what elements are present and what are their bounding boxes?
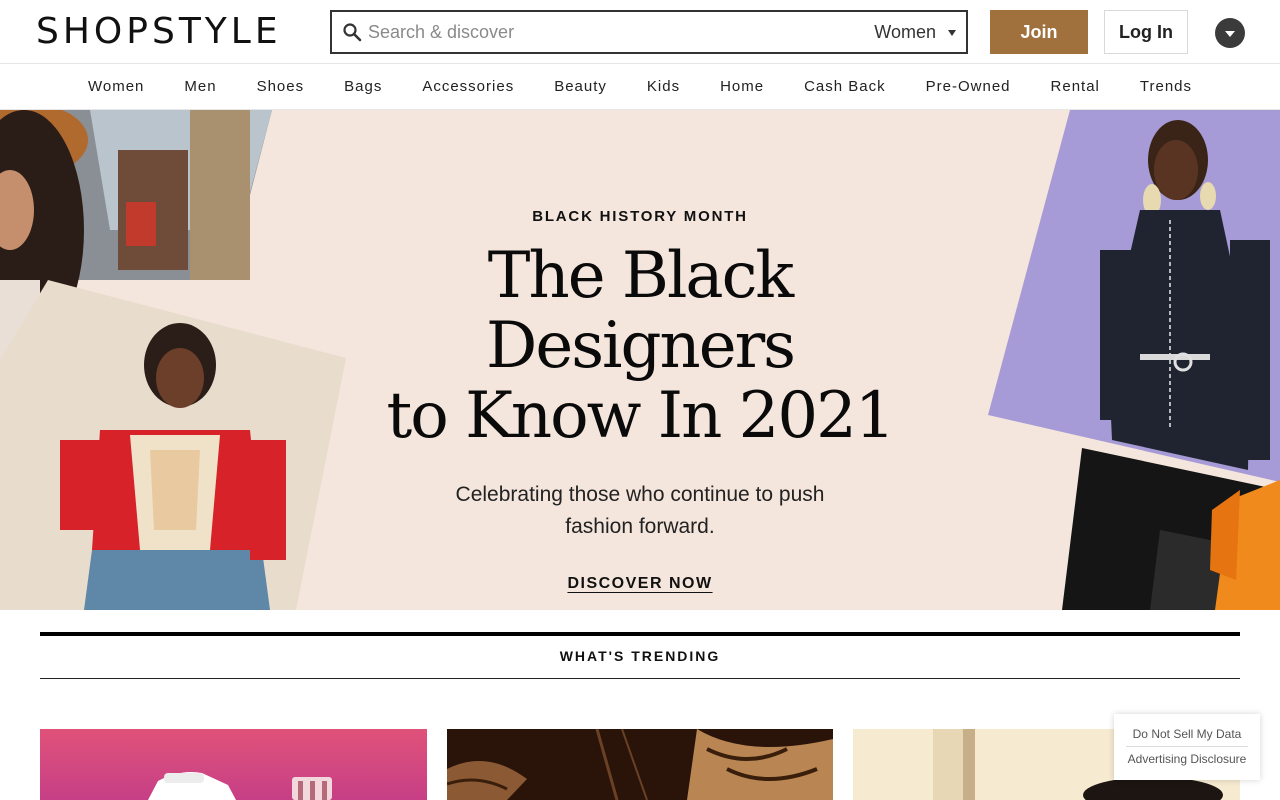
trending-section-header: WHAT'S TRENDING [40, 632, 1240, 679]
hero-photo-navy-dress [988, 110, 1280, 482]
nav-item-bags[interactable]: Bags [324, 67, 402, 107]
nav-item-home[interactable]: Home [700, 67, 784, 107]
search-input[interactable] [368, 18, 848, 46]
join-button[interactable]: Join [990, 10, 1088, 54]
trending-tile-1[interactable] [40, 729, 427, 800]
login-button[interactable]: Log In [1104, 10, 1188, 54]
privacy-links-box: Do Not Sell My Data Advertising Disclosu… [1114, 714, 1260, 780]
discover-now-link[interactable]: DISCOVER NOW [567, 575, 712, 593]
nav-item-men[interactable]: Men [164, 67, 236, 107]
site-header: SHOPSTYLE Women Join Log In [0, 0, 1280, 64]
hero-subhead: Celebrating those who continue to push f… [455, 483, 825, 538]
nav-item-shoes[interactable]: Shoes [237, 67, 325, 107]
chevron-down-icon [948, 30, 956, 36]
advertising-disclosure-link[interactable]: Advertising Disclosure [1126, 749, 1248, 769]
nav-item-beauty[interactable]: Beauty [534, 67, 627, 107]
hero-copy: BLACK HISTORY MONTH The Black Designers … [340, 208, 940, 593]
nav-item-cash-back[interactable]: Cash Back [784, 67, 906, 107]
trending-tile-2[interactable] [447, 729, 834, 800]
hero-headline-line-2: to Know In 2021 [386, 379, 896, 453]
category-nav: Women Men Shoes Bags Accessories Beauty … [0, 65, 1280, 110]
account-menu-button[interactable] [1215, 18, 1245, 48]
nav-item-accessories[interactable]: Accessories [402, 67, 534, 107]
hero-banner[interactable]: BLACK HISTORY MONTH The Black Designers … [0, 110, 1280, 610]
do-not-sell-link[interactable]: Do Not Sell My Data [1126, 724, 1248, 744]
trending-tile-1-image [40, 729, 427, 800]
search-scope-label: Women [874, 21, 936, 42]
search-icon[interactable] [342, 22, 362, 42]
hero-headline-line-1: The Black Designers [486, 239, 796, 383]
chevron-down-icon [1225, 31, 1235, 37]
search-bar: Women [330, 10, 968, 54]
nav-item-women[interactable]: Women [68, 67, 164, 107]
nav-item-rental[interactable]: Rental [1031, 67, 1120, 107]
trending-tiles [40, 729, 1240, 800]
trending-title: WHAT'S TRENDING [559, 648, 721, 664]
nav-item-pre-owned[interactable]: Pre-Owned [906, 67, 1031, 107]
search-scope-dropdown[interactable]: Women [874, 12, 956, 52]
divider [1126, 746, 1248, 747]
hero-eyebrow: BLACK HISTORY MONTH [532, 208, 748, 225]
trending-tile-2-image [447, 729, 833, 800]
hero-headline: The Black Designers to Know In 2021 [340, 241, 940, 451]
nav-item-kids[interactable]: Kids [627, 67, 700, 107]
hero-photo-red-jacket [0, 280, 346, 610]
nav-item-trends[interactable]: Trends [1120, 67, 1212, 107]
shopstyle-logo[interactable]: SHOPSTYLE [36, 12, 282, 52]
